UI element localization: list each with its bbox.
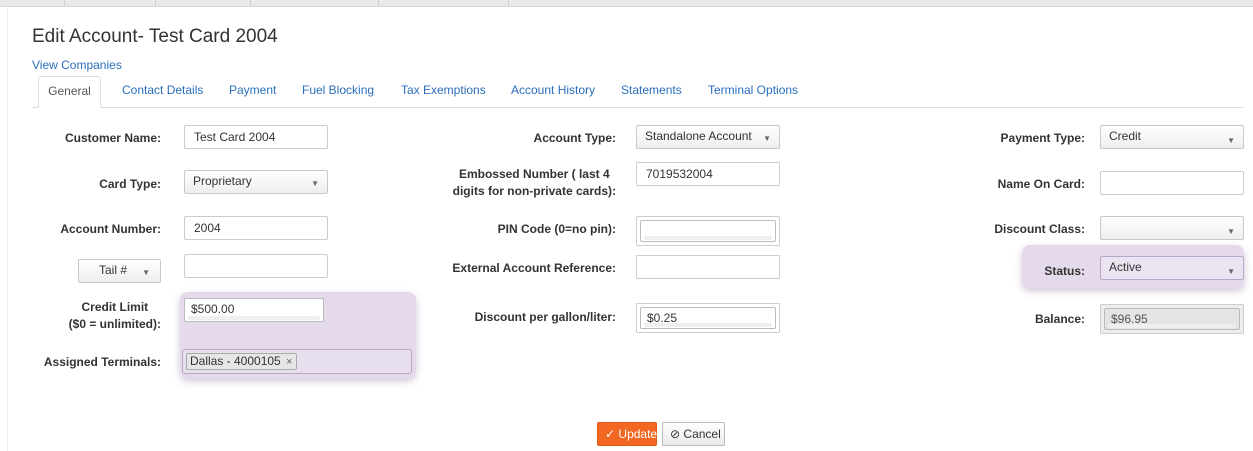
status-value: Active: [1109, 260, 1142, 274]
cancel-button-label: Cancel: [683, 427, 721, 441]
assigned-terminals-label: Assigned Terminals:: [43, 355, 161, 369]
customer-name-input[interactable]: Test Card 2004: [184, 125, 328, 149]
payment-type-label: Payment Type:: [1000, 131, 1085, 145]
chevron-down-icon: ▼: [1227, 136, 1235, 145]
strip-separator: [155, 0, 156, 6]
tab-contact-details[interactable]: Contact Details: [122, 76, 203, 107]
account-type-value: Standalone Account: [645, 129, 752, 143]
account-number-label: Account Number:: [60, 222, 161, 236]
remove-tag-icon[interactable]: ×: [286, 356, 292, 368]
strip-separator: [378, 0, 379, 6]
card-type-select[interactable]: Proprietary ▼: [184, 170, 328, 194]
tab-statements[interactable]: Statements: [621, 76, 682, 107]
tail-dropdown-button[interactable]: Tail # ▼: [78, 259, 161, 283]
tab-account-history[interactable]: Account History: [511, 76, 595, 107]
chevron-down-icon: ▼: [763, 134, 771, 143]
balance-label: Balance:: [1034, 312, 1085, 326]
embossed-number-input[interactable]: 7019532004: [636, 162, 780, 186]
discount-class-select[interactable]: ▼: [1100, 216, 1244, 240]
account-type-select[interactable]: Standalone Account ▼: [636, 125, 780, 149]
page-title: Edit Account- Test Card 2004: [32, 26, 278, 47]
customer-name-label: Customer Name:: [64, 131, 161, 145]
update-button[interactable]: ✓ Update: [597, 422, 657, 446]
credit-limit-label-line2: ($0 = unlimited):: [68, 317, 161, 331]
pin-code-field: [636, 216, 780, 246]
embossed-number-label-line2: digits for non-private cards):: [452, 184, 616, 198]
credit-limit-label-line1: Credit Limit: [81, 300, 149, 314]
tab-payment[interactable]: Payment: [229, 76, 276, 107]
view-companies-link[interactable]: View Companies: [32, 58, 122, 72]
discount-class-label: Discount Class:: [994, 222, 1085, 236]
name-on-card-input[interactable]: [1100, 171, 1244, 195]
terminal-tag-label: Dallas - 4000105: [190, 354, 281, 368]
pin-code-input[interactable]: [640, 220, 776, 242]
payment-type-value: Credit: [1109, 129, 1142, 143]
chevron-down-icon: ▼: [1227, 267, 1235, 276]
credit-limit-label: Credit Limit ($0 = unlimited):: [69, 299, 161, 333]
name-on-card-label: Name On Card:: [997, 177, 1085, 191]
tail-input[interactable]: [184, 254, 328, 278]
chevron-down-icon: ▼: [142, 268, 150, 277]
check-icon: ✓: [605, 427, 616, 441]
strip-separator: [64, 0, 65, 6]
card-type-label: Card Type:: [99, 177, 161, 191]
discount-per-gallon-input[interactable]: $0.25: [640, 307, 776, 329]
discount-per-gallon-field: $0.25: [636, 303, 780, 333]
strip-separator: [250, 0, 251, 6]
balance-value: $96.95: [1104, 308, 1240, 330]
credit-limit-input[interactable]: $500.00: [184, 298, 324, 322]
tab-bar: General Contact Details Payment Fuel Blo…: [32, 76, 1244, 108]
left-border: [7, 6, 8, 451]
account-number-input[interactable]: 2004: [184, 216, 328, 240]
external-account-reference-input[interactable]: [636, 255, 780, 279]
tab-fuel-blocking[interactable]: Fuel Blocking: [302, 76, 374, 107]
embossed-number-label: Embossed Number ( last 4 digits for non-…: [453, 166, 616, 200]
chevron-down-icon: ▼: [1227, 227, 1235, 236]
balance-field: $96.95: [1100, 304, 1244, 334]
top-strip: [0, 0, 1253, 7]
status-label: Status:: [1044, 264, 1085, 278]
chevron-down-icon: ▼: [311, 179, 319, 188]
tab-tax-exemptions[interactable]: Tax Exemptions: [401, 76, 486, 107]
discount-per-gallon-label: Discount per gallon/liter:: [474, 310, 616, 324]
tab-general[interactable]: General: [38, 76, 101, 108]
update-button-label: Update: [618, 427, 658, 441]
strip-separator: [508, 0, 509, 6]
tab-terminal-options[interactable]: Terminal Options: [708, 76, 798, 107]
card-type-value: Proprietary: [193, 174, 252, 188]
assigned-terminals-input[interactable]: Dallas - 4000105 ×: [182, 349, 412, 374]
pin-code-label: PIN Code (0=no pin):: [497, 222, 616, 236]
embossed-number-label-line1: Embossed Number ( last 4: [458, 167, 610, 181]
tail-dropdown-label: Tail #: [99, 263, 128, 277]
account-type-label: Account Type:: [533, 131, 616, 145]
terminal-tag: Dallas - 4000105 ×: [186, 353, 297, 370]
status-select[interactable]: Active ▼: [1100, 256, 1244, 280]
cancel-button[interactable]: ⊘ Cancel: [662, 422, 725, 446]
payment-type-select[interactable]: Credit ▼: [1100, 125, 1244, 149]
cancel-circle-icon: ⊘: [670, 427, 681, 441]
external-account-reference-label: External Account Reference:: [452, 261, 616, 275]
